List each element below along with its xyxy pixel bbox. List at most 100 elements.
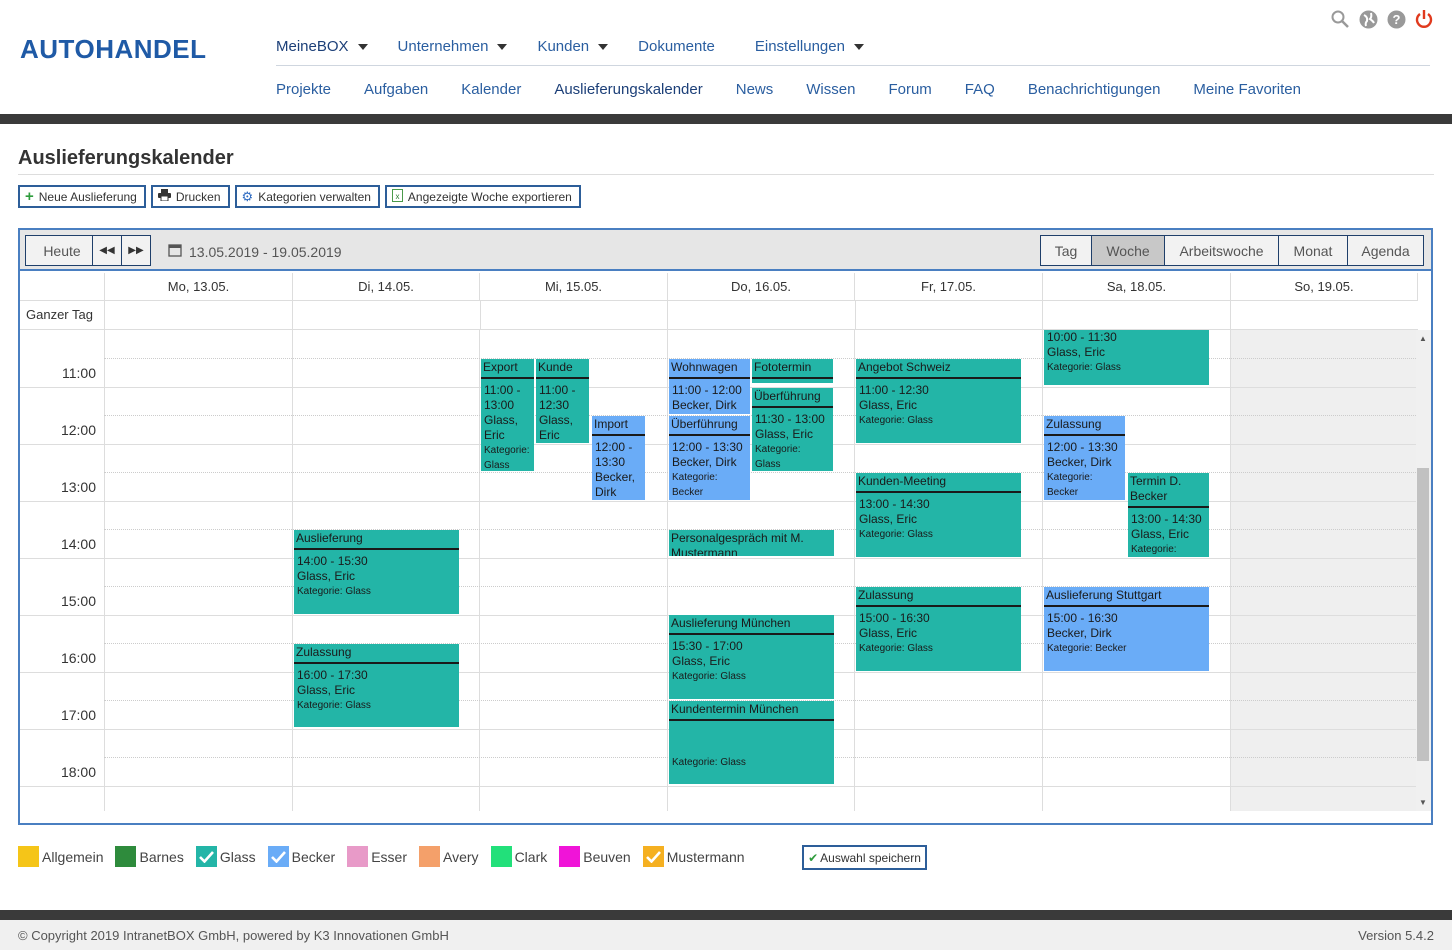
calendar-event[interactable]: Überführung 11:30 - 13:00 Glass, Eric Kate… — [752, 388, 833, 471]
view-monat[interactable]: Monat — [1278, 236, 1347, 265]
sunday-column — [1230, 330, 1418, 811]
calendar-event[interactable]: Wohnwagen 11:00 - 12:00 Becker, Dirk — [669, 359, 750, 414]
checkbox[interactable] — [18, 846, 39, 867]
nav-meine-favoriten[interactable]: Meine Favoriten — [1193, 81, 1301, 98]
calendar-event[interactable]: Personalgespräch mit M. Mustermann — [669, 530, 834, 556]
nav-projekte[interactable]: Projekte — [276, 81, 331, 98]
nav-dokumente[interactable]: Dokumente — [638, 38, 715, 55]
calendar-event[interactable]: Zulassung 15:00 - 16:30 Glass, Eric Katego… — [856, 587, 1021, 671]
nav-kunden[interactable]: Kunden — [537, 38, 609, 55]
nav-aufgaben[interactable]: Aufgaben — [364, 81, 428, 98]
calendar-event[interactable]: Kunde 11:00 -12:30 Glass, Eric — [536, 359, 589, 443]
legend-item[interactable]: Barnes — [115, 846, 184, 867]
title-divider — [18, 174, 1434, 175]
checkbox[interactable] — [642, 846, 664, 867]
day-header: Mi, 15.05. — [479, 273, 667, 300]
calendar: Heute ◀◀ ▶▶ 13.05.2019 - 19.05.2019 Tag … — [18, 228, 1433, 825]
legend-item[interactable]: Glass — [195, 846, 256, 867]
calendar-event[interactable]: Fototermin — [752, 359, 833, 383]
manage-categories-button[interactable]: ⚙ Kategorien verwalten — [234, 185, 380, 208]
legend-item[interactable]: Allgemein — [18, 846, 103, 867]
action-buttons: + Neue Auslieferung Drucken ⚙ Kategorien v… — [18, 185, 581, 208]
day-header: Sa, 18.05. — [1042, 273, 1230, 300]
svg-text:x: x — [395, 192, 399, 201]
footer: © Copyright 2019 IntranetBOX GmbH, power… — [0, 920, 1452, 950]
checkbox[interactable] — [267, 846, 289, 867]
view-arbeitswoche[interactable]: Arbeitswoche — [1164, 236, 1278, 265]
prev-week-button[interactable]: ◀◀ — [92, 235, 122, 266]
legend-item[interactable]: Beuven — [559, 846, 631, 867]
today-button[interactable]: Heute — [25, 235, 99, 266]
calendar-toolbar: Heute ◀◀ ▶▶ 13.05.2019 - 19.05.2019 Tag … — [20, 230, 1431, 271]
fast-forward-icon: ▶▶ — [128, 245, 144, 256]
checkbox[interactable] — [559, 846, 581, 867]
calendar-event[interactable]: Auslieferung 14:00 - 15:30 Glass, Eric Kat… — [294, 530, 459, 614]
brand-logo[interactable]: AUTOHANDEL — [20, 34, 207, 65]
calendar-event[interactable]: Termin D. Becker 13:00 - 14:30 Glass, Eri… — [1128, 473, 1209, 557]
calendar-scrollbar[interactable]: ▲ ▼ — [1416, 330, 1431, 811]
next-week-button[interactable]: ▶▶ — [121, 235, 151, 266]
checkbox[interactable] — [419, 846, 441, 867]
day-header: Do, 16.05. — [667, 273, 854, 300]
nav-forum[interactable]: Forum — [888, 81, 931, 98]
legend-item[interactable]: Mustermann — [642, 846, 745, 867]
calendar-event[interactable]: Überführung 12:00 - 13:30 Becker, Dirk Kat… — [669, 416, 750, 500]
nav-wissen[interactable]: Wissen — [806, 81, 855, 98]
check-icon: ✔ — [808, 850, 819, 865]
help-icon[interactable]: ? — [1386, 9, 1406, 29]
secondary-nav: Projekte Aufgaben Kalender Auslieferungs… — [276, 81, 1334, 98]
page-title: Auslieferungskalender — [18, 147, 234, 169]
calendar-event[interactable]: Import 12:00 -13:30 Becker, Dirk — [592, 416, 645, 500]
legend-item[interactable]: Becker — [267, 846, 335, 867]
nav-benachrichtigungen[interactable]: Benachrichtigungen — [1028, 81, 1161, 98]
scrollbar-thumb[interactable] — [1417, 468, 1429, 761]
legend-item[interactable]: Avery — [419, 846, 479, 867]
power-icon[interactable] — [1414, 9, 1434, 29]
day-header: Fr, 17.05. — [854, 273, 1042, 300]
checkbox[interactable] — [347, 846, 369, 867]
time-grid[interactable]: 11:00 12:00 13:00 14:00 15:00 16:00 17:0… — [20, 330, 1418, 811]
calendar-event[interactable]: Angebot Schweiz 11:00 - 12:30 Glass, Eric… — [856, 359, 1021, 443]
calendar-event[interactable]: Zulassung 12:00 - 13:30 Becker, Dirk Kateg… — [1044, 416, 1125, 500]
checkbox[interactable] — [490, 846, 512, 867]
scroll-up-icon[interactable]: ▲ — [1419, 334, 1427, 343]
nav-news[interactable]: News — [736, 81, 774, 98]
nav-auslieferungskalender[interactable]: Auslieferungskalender — [554, 81, 702, 98]
nav-meinebox[interactable]: MeineBOX — [276, 38, 368, 55]
nav-unternehmen[interactable]: Unternehmen — [398, 38, 508, 55]
date-range[interactable]: 13.05.2019 - 19.05.2019 — [168, 243, 342, 260]
view-woche[interactable]: Woche — [1091, 236, 1164, 265]
nav-kalender[interactable]: Kalender — [461, 81, 521, 98]
checkbox[interactable] — [195, 846, 217, 867]
calendar-event[interactable]: Export 11:00 -13:00 Glass, Eric Kategorie: G… — [481, 359, 534, 471]
day-header: So, 19.05. — [1230, 273, 1418, 300]
calendar-event[interactable]: Kunden-Meeting 13:00 - 14:30 Glass, Eric K… — [856, 473, 1021, 557]
view-tag[interactable]: Tag — [1041, 236, 1091, 265]
chevron-down-icon — [853, 43, 864, 50]
print-button[interactable]: Drucken — [150, 185, 230, 208]
day-header: Di, 14.05. — [292, 273, 479, 300]
search-icon[interactable] — [1330, 9, 1350, 29]
view-agenda[interactable]: Agenda — [1347, 236, 1423, 265]
globe-icon[interactable] — [1358, 9, 1378, 29]
time-label: 14:00 — [60, 536, 96, 552]
save-selection-button[interactable]: ✔ Auswahl speichern — [802, 845, 927, 870]
nav-divider — [276, 65, 1430, 66]
all-day-row[interactable] — [104, 300, 1418, 329]
legend-item[interactable]: Esser — [347, 846, 407, 867]
checkbox[interactable] — [115, 846, 137, 867]
excel-icon: x — [391, 188, 403, 205]
calendar-event[interactable]: Auslieferung Stuttgart 15:00 - 16:30 Beck… — [1044, 587, 1209, 671]
calendar-event[interactable]: 10:00 - 11:30 Glass, Eric Kategorie: Glass — [1044, 330, 1209, 385]
new-delivery-button[interactable]: + Neue Auslieferung — [18, 185, 146, 208]
footer-bar — [0, 910, 1452, 920]
export-week-button[interactable]: x Angezeigte Woche exportieren — [384, 185, 581, 208]
calendar-event[interactable]: Zulassung 16:00 - 17:30 Glass, Eric Katego… — [294, 644, 459, 727]
chevron-down-icon — [598, 43, 609, 50]
nav-einstellungen[interactable]: Einstellungen — [755, 38, 864, 55]
calendar-event[interactable]: Kundentermin München Kategorie: Glass — [669, 701, 834, 784]
calendar-event[interactable]: Auslieferung München 15:30 - 17:00 Glass,… — [669, 615, 834, 699]
scroll-down-icon[interactable]: ▼ — [1419, 798, 1427, 807]
nav-faq[interactable]: FAQ — [965, 81, 995, 98]
legend-item[interactable]: Clark — [490, 846, 547, 867]
